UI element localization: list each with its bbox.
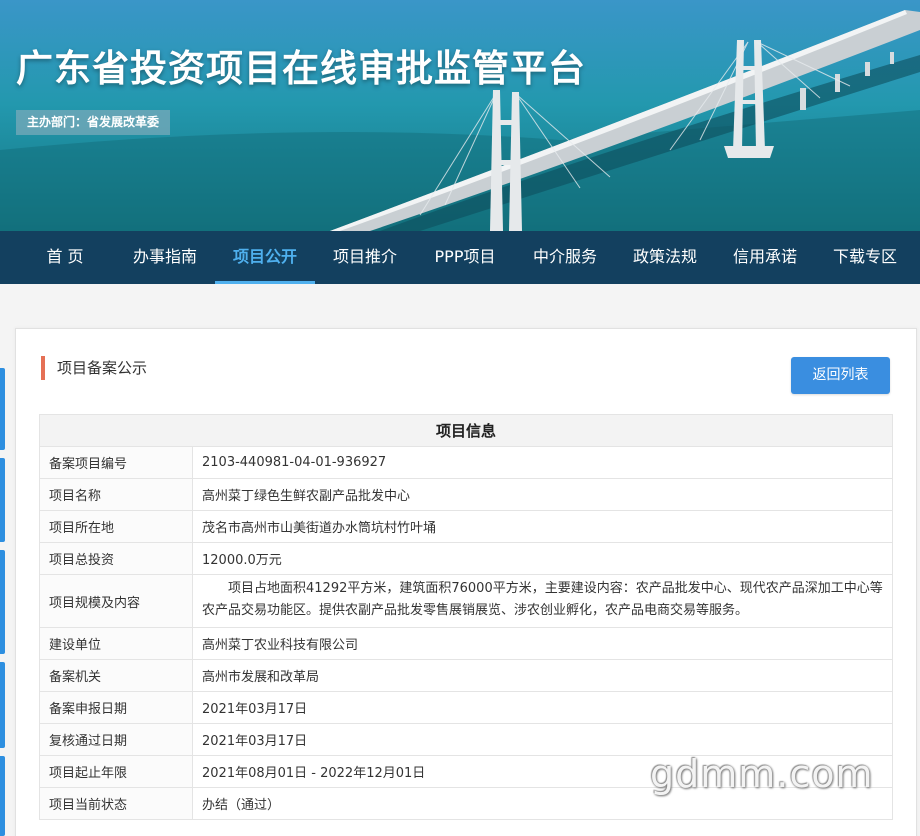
back-to-list-button[interactable]: 返回列表 <box>791 357 890 394</box>
field-label: 项目名称 <box>39 478 193 511</box>
field-label: 备案申报日期 <box>39 691 193 724</box>
nav-item-project-disclosure[interactable]: 项目公开 <box>215 231 315 284</box>
nav-item-guide[interactable]: 办事指南 <box>115 231 215 284</box>
nav-item-credit-commitment[interactable]: 信用承诺 <box>715 231 815 284</box>
field-label: 备案机关 <box>39 659 193 692</box>
field-label: 项目总投资 <box>39 542 193 575</box>
side-tab[interactable] <box>0 662 5 748</box>
table-row: 备案机关 高州市发展和改革局 <box>39 659 894 692</box>
field-label: 项目所在地 <box>39 510 193 543</box>
host-department-label: 主办部门：省发展改革委 <box>16 110 171 135</box>
field-label: 项目起止年限 <box>39 755 193 788</box>
table-row: 复核通过日期 2021年03月17日 <box>39 723 894 756</box>
nav-item-home[interactable]: 首 页 <box>15 231 115 284</box>
table-row: 项目规模及内容 项目占地面积41292平方米，建筑面积76000平方米，主要建设… <box>39 574 894 628</box>
field-value: 茂名市高州市山美街道办水筒坑村竹叶埇 <box>191 510 894 543</box>
field-value: 2103-440981-04-01-936927 <box>191 446 894 479</box>
nav-item-agency-services[interactable]: 中介服务 <box>515 231 615 284</box>
field-value: 项目占地面积41292平方米，建筑面积76000平方米，主要建设内容：农产品批发… <box>191 574 894 628</box>
side-tab[interactable] <box>0 368 5 450</box>
nav-item-downloads[interactable]: 下载专区 <box>815 231 915 284</box>
header-banner: 广东省投资项目在线审批监管平台 主办部门：省发展改革委 <box>0 0 920 231</box>
side-tab[interactable] <box>0 550 5 654</box>
side-tab[interactable] <box>0 458 5 542</box>
field-value: 2021年03月17日 <box>191 723 894 756</box>
nav-item-ppp[interactable]: PPP项目 <box>415 231 515 284</box>
nav-item-policies[interactable]: 政策法规 <box>615 231 715 284</box>
field-label: 项目当前状态 <box>39 787 193 820</box>
field-label: 复核通过日期 <box>39 723 193 756</box>
nav-item-project-promotion[interactable]: 项目推介 <box>315 231 415 284</box>
section-title: 项目备案公示 <box>41 356 147 380</box>
field-label: 备案项目编号 <box>39 446 193 479</box>
field-value: 高州菜丁农业科技有限公司 <box>191 627 894 660</box>
table-title: 项目信息 <box>38 414 894 447</box>
field-label: 建设单位 <box>39 627 193 660</box>
table-row: 项目所在地 茂名市高州市山美街道办水筒坑村竹叶埇 <box>39 510 894 543</box>
field-value: 2021年03月17日 <box>191 691 894 724</box>
field-value: 高州菜丁绿色生鲜农副产品批发中心 <box>191 478 894 511</box>
side-tab[interactable] <box>0 756 5 836</box>
field-value: 高州市发展和改革局 <box>191 659 894 692</box>
table-row: 建设单位 高州菜丁农业科技有限公司 <box>39 627 894 660</box>
table-row: 项目总投资 12000.0万元 <box>39 542 894 575</box>
table-row: 项目名称 高州菜丁绿色生鲜农副产品批发中心 <box>39 478 894 511</box>
field-value: 12000.0万元 <box>191 542 894 575</box>
watermark: gdmm.com <box>650 752 874 796</box>
site-title: 广东省投资项目在线审批监管平台 <box>16 47 586 90</box>
main-nav: 首 页 办事指南 项目公开 项目推介 PPP项目 中介服务 政策法规 信用承诺 … <box>0 231 920 284</box>
field-label: 项目规模及内容 <box>39 574 193 628</box>
table-row: 备案申报日期 2021年03月17日 <box>39 691 894 724</box>
table-row: 备案项目编号 2103-440981-04-01-936927 <box>39 446 894 479</box>
